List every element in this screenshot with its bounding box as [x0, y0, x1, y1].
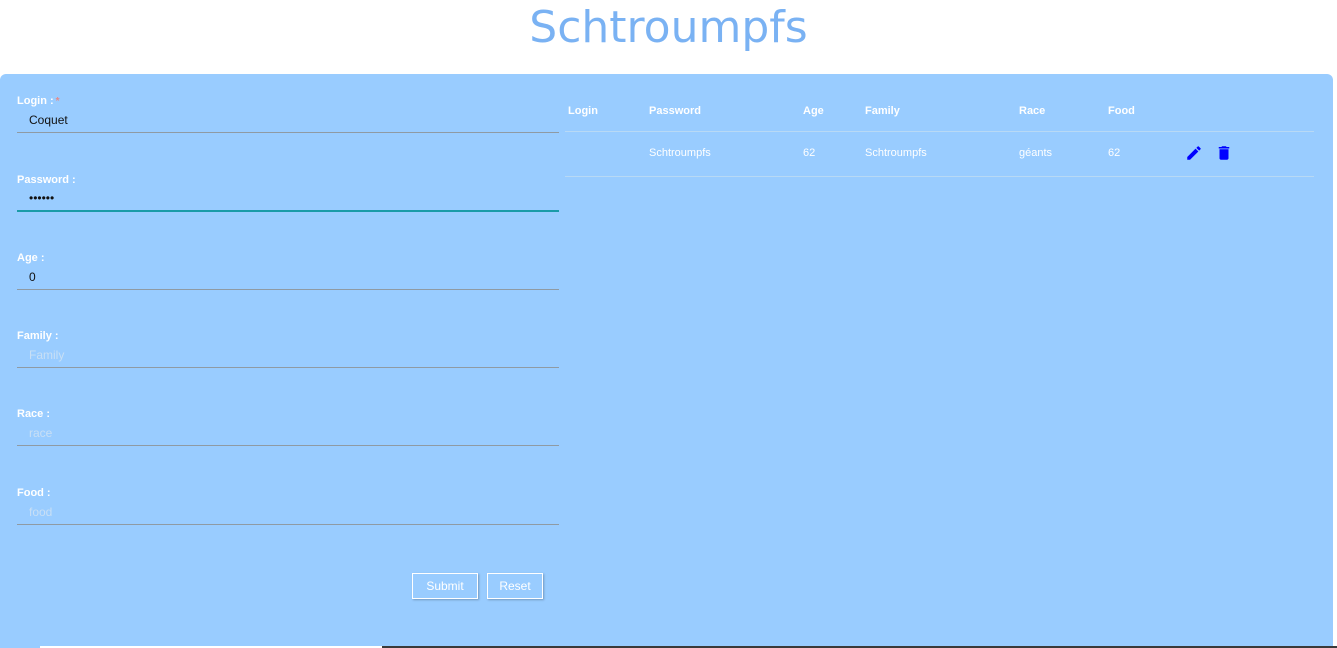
age-label: Age : [17, 252, 45, 264]
table-header-row: Login Password Age Family Race Food [565, 98, 1314, 132]
password-field-group: Password : [17, 174, 559, 234]
cell-password: Schtroumpfs [649, 147, 711, 159]
required-mark: * [55, 96, 60, 107]
reset-button[interactable]: Reset [487, 573, 543, 599]
cell-food: 62 [1108, 147, 1121, 159]
family-field-group: Family : [17, 330, 559, 390]
food-input[interactable] [17, 499, 559, 525]
family-label: Family : [17, 330, 59, 342]
password-input[interactable] [17, 186, 559, 212]
pencil-icon[interactable] [1185, 144, 1203, 162]
password-label: Password : [17, 174, 76, 186]
food-label: Food : [17, 487, 51, 499]
column-header-food: Food [1108, 105, 1135, 117]
age-field-group: Age : [17, 252, 559, 312]
submit-button[interactable]: Submit [412, 573, 478, 599]
trash-icon[interactable] [1215, 144, 1233, 162]
table-row: Schtroumpfs 62 Schtroumpfs géants 62 [565, 132, 1314, 177]
app-title: Schtroumpfs [529, 2, 808, 53]
food-field-group: Food : [17, 487, 559, 547]
column-header-family: Family [865, 105, 900, 117]
family-input[interactable] [17, 342, 559, 368]
column-header-race: Race [1019, 105, 1046, 117]
cell-family: Schtroumpfs [865, 147, 927, 159]
column-header-age: Age [803, 105, 824, 117]
cell-race: géants [1019, 147, 1053, 159]
cell-age: 62 [803, 147, 816, 159]
race-input[interactable] [17, 420, 559, 446]
login-input[interactable] [17, 107, 559, 133]
race-field-group: Race : [17, 408, 559, 468]
column-header-login: Login [568, 105, 598, 117]
login-field-group: Login : * [17, 95, 559, 155]
column-header-password: Password [649, 105, 701, 117]
login-label: Login : * [17, 95, 60, 107]
main-panel: Login :* Password : Age : Family : Race … [0, 74, 1333, 648]
race-label: Race : [17, 408, 51, 420]
age-input[interactable] [17, 264, 559, 290]
